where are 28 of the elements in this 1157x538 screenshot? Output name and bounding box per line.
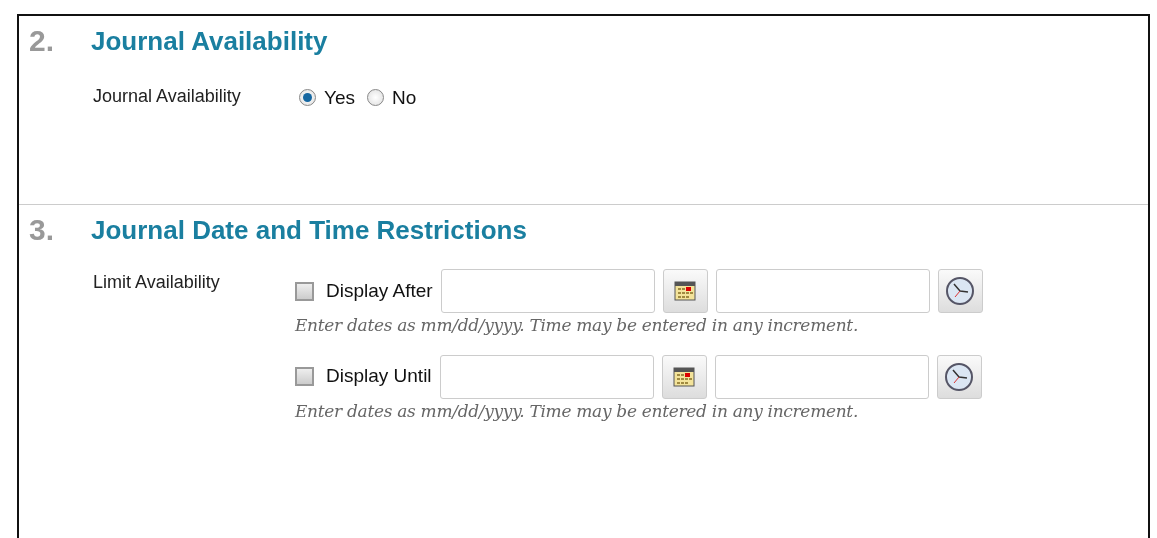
time-field[interactable] (714, 354, 929, 399)
section-title: Journal Availability (91, 26, 328, 56)
checkbox[interactable] (295, 367, 314, 386)
time-field[interactable] (715, 269, 930, 313)
clock-icon (944, 361, 975, 392)
radio-button[interactable] (367, 89, 384, 106)
field-label: Limit Availability (92, 271, 221, 294)
checkbox-label: Display Until (326, 364, 432, 389)
section-title: Journal Date and Time Restrictions (91, 215, 527, 245)
hint-text: Enter dates as mm/dd/yyyy. Time may be entered in any increment. (295, 314, 858, 337)
section-number: 2. (28, 26, 56, 56)
calendar-button[interactable] (662, 269, 708, 313)
calendar-button[interactable] (661, 354, 707, 399)
clock-icon (945, 276, 976, 306)
option-label: Yes (324, 86, 355, 110)
date-field[interactable] (439, 354, 654, 399)
hint-text: Enter dates as mm/dd/yyyy. Time may be entered in any increment. (295, 399, 858, 423)
calendar-icon (674, 280, 697, 302)
calendar-icon (673, 365, 696, 388)
date-field[interactable] (440, 269, 655, 313)
field-label: Journal Availability (92, 85, 242, 108)
clock-button[interactable] (936, 354, 982, 399)
checkbox[interactable] (295, 281, 314, 301)
checkbox-label: Display After (326, 278, 433, 303)
radio-button[interactable] (299, 89, 316, 106)
section-number: 3. (28, 215, 56, 245)
option-label: No (392, 86, 417, 110)
clock-button[interactable] (937, 269, 983, 313)
